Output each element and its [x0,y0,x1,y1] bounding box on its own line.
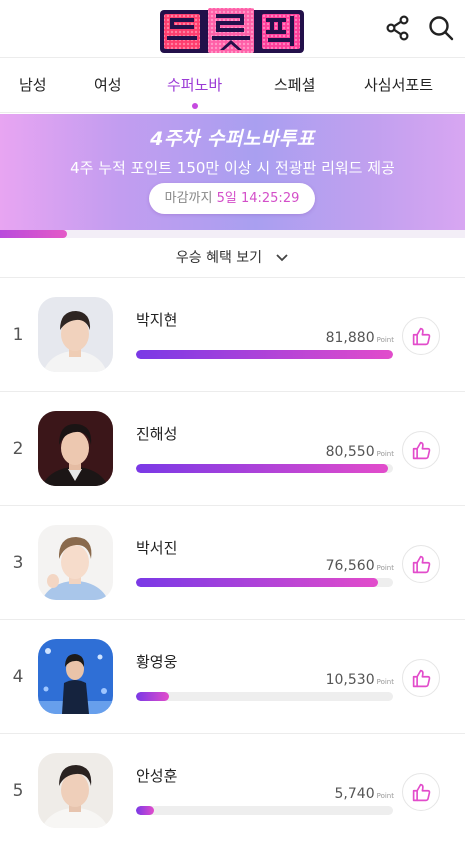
tab-male[interactable]: 남성 [19,58,47,113]
rank-number: 2 [12,439,24,459]
vote-bar [136,350,393,359]
ranking-row: 5 안성훈 5,740 Point [0,735,465,842]
search-icon[interactable] [427,14,455,42]
tab-special[interactable]: 스페셜 [274,58,315,113]
banner-title: 4주차 수퍼노바투표 [150,128,315,150]
tab-personal-support[interactable]: 사심서포트 [364,58,433,113]
candidate-name: 황영웅 [136,653,178,671]
vote-points: 81,880 Point [325,330,394,346]
tab-supernova[interactable]: 수퍼노바 [167,58,222,113]
vote-banner: 4주차 수퍼노바투표 4주 누적 포인트 150만 이상 시 전광판 리워드 제… [0,114,465,230]
avatar[interactable] [38,525,113,600]
vote-like-button[interactable] [402,317,440,355]
thumbs-up-icon [412,327,431,346]
vote-bar-fill [136,578,378,587]
vote-bar-fill [136,692,170,701]
ranking-row: 2 진해성 80,550 Point [0,393,465,506]
vote-like-button[interactable] [402,431,440,469]
avatar[interactable] [38,639,113,714]
vote-bar [136,806,393,815]
ranking-row: 3 박서진 76,560 Point [0,507,465,620]
deadline-time: 5일 14:25:29 [216,191,300,206]
app-logo[interactable] [158,6,306,55]
vote-points: 76,560 Point [325,558,394,574]
chevron-down-icon [275,249,289,263]
thumbs-up-icon [412,441,431,460]
vote-bar-fill [136,350,393,359]
thumbs-up-icon [412,555,431,574]
candidate-name: 박지현 [136,311,178,329]
tab-female[interactable]: 여성 [94,58,122,113]
vote-bar-fill [136,806,154,815]
vote-points: 10,530 Point [325,672,394,688]
candidate-name: 진해성 [136,425,178,443]
vote-like-button[interactable] [402,545,440,583]
candidate-name: 안성훈 [136,767,178,785]
category-tabs: 남성 여성 수퍼노바 스페셜 사심서포트 [0,57,465,113]
thumbs-up-icon [412,669,431,688]
avatar[interactable] [38,297,113,372]
banner-subtitle: 4주 누적 포인트 150만 이상 시 전광판 리워드 제공 [70,159,395,177]
rank-number: 5 [12,781,24,801]
winner-benefit-label: 우승 혜택 보기 [175,250,263,266]
ranking-row: 1 박지현 81,880 Point [0,279,465,392]
share-icon[interactable] [384,14,412,42]
avatar[interactable] [38,753,113,828]
rank-number: 4 [12,667,24,687]
deadline-countdown: 마감까지 5일 14:25:29 [149,183,315,214]
vote-like-button[interactable] [402,659,440,697]
candidate-name: 박서진 [136,539,178,557]
vote-points: 5,740 Point [334,786,394,802]
vote-bar-fill [136,464,388,473]
vote-bar [136,692,393,701]
rank-number: 1 [12,325,24,345]
winner-benefit-toggle[interactable]: 우승 혜택 보기 [0,238,465,278]
deadline-label: 마감까지 [164,191,213,206]
thumbs-up-icon [412,783,431,802]
vote-period-progress [0,230,465,238]
vote-like-button[interactable] [402,773,440,811]
vote-period-progress-fill [0,230,68,238]
vote-bar [136,464,393,473]
vote-bar [136,578,393,587]
ranking-row: 4 황영웅 10,530 Point [0,621,465,734]
app-header [0,0,465,57]
avatar[interactable] [38,411,113,486]
vote-points: 80,550 Point [325,444,394,460]
rank-number: 3 [12,553,24,573]
